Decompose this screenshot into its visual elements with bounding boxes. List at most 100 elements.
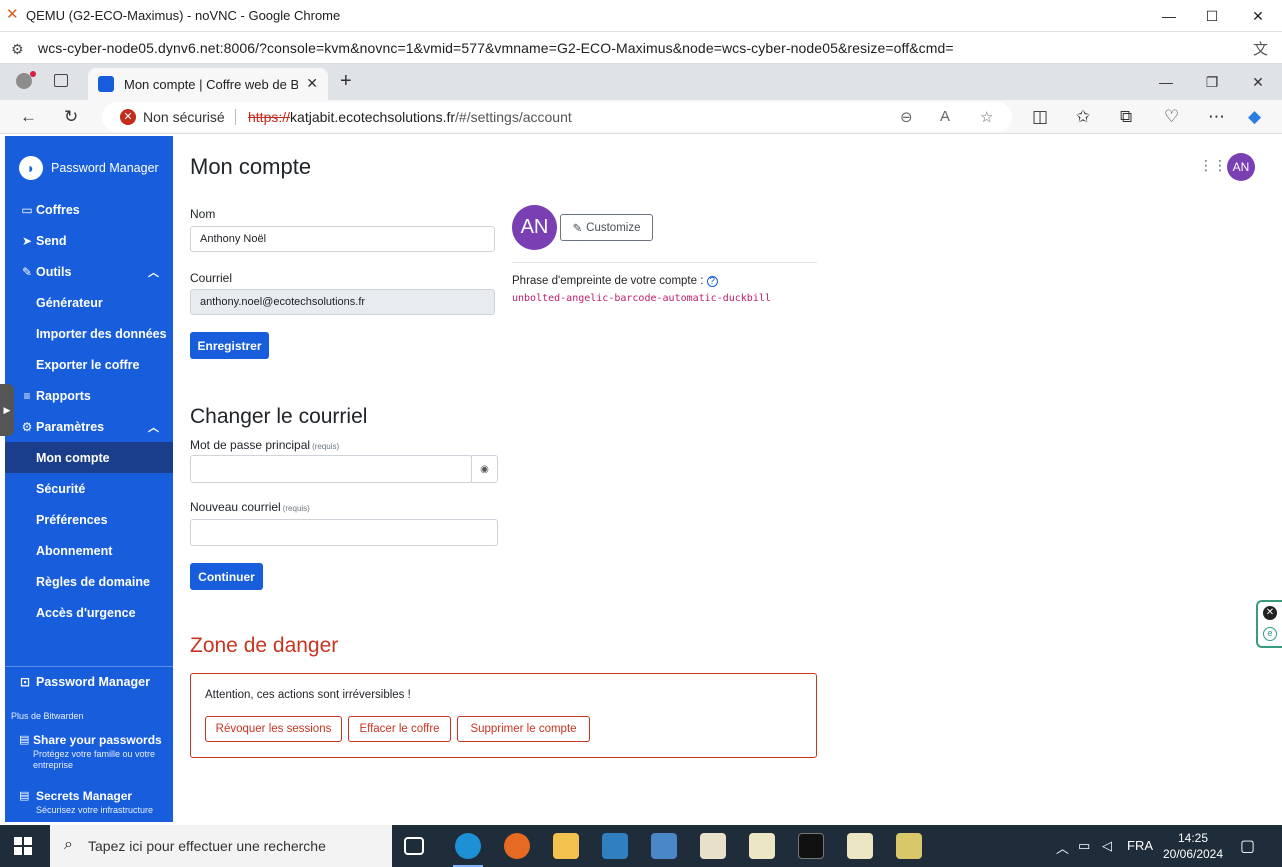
bitwarden-favicon-icon — [98, 76, 114, 92]
profile-avatar: AN — [512, 205, 557, 250]
server-manager-icon[interactable] — [651, 833, 677, 859]
read-aloud-icon[interactable]: A — [940, 108, 950, 125]
sidebar-item-coffres[interactable]: ▭ Coffres — [5, 194, 173, 225]
sidebar-item-outils[interactable]: ✎ Outils ︿ — [5, 256, 173, 287]
wrench-icon: ✎ — [21, 264, 33, 279]
windows-start-icon[interactable] — [14, 837, 32, 855]
purge-vault-button[interactable]: Effacer le coffre — [348, 716, 451, 742]
zoom-out-icon[interactable]: ⊖ — [900, 108, 913, 126]
promo-secrets-title[interactable]: Secrets Manager — [36, 789, 132, 803]
security-label[interactable]: Non sécurisé — [143, 109, 225, 125]
help-icon[interactable]: ? — [706, 276, 718, 287]
clock[interactable]: 14:25 20/06/2024 — [1162, 830, 1224, 862]
collections-icon[interactable]: ⧉ — [1120, 107, 1132, 127]
more-menu-icon[interactable]: ⋯ — [1208, 107, 1225, 127]
back-icon[interactable]: ← — [20, 107, 37, 127]
customize-button[interactable]: ✎ Customize — [560, 214, 653, 241]
inner-restore-button[interactable]: ❐ — [1189, 64, 1235, 100]
split-screen-icon[interactable]: ◫ — [1032, 107, 1048, 127]
new-email-label-text: Nouveau courriel — [190, 500, 281, 514]
user-avatar-button[interactable]: AN — [1227, 153, 1255, 181]
volume-muted-icon[interactable]: ◁ — [1102, 838, 1112, 854]
notepad-icon[interactable] — [749, 833, 775, 859]
sidebar-item-generateur[interactable]: Générateur — [5, 287, 173, 318]
sidebar-item-acces-urgence[interactable]: Accès d'urgence — [5, 597, 173, 628]
sidebar-item-rapports[interactable]: ≡ Rapports — [5, 380, 173, 411]
sidebar-item-mon-compte[interactable]: Mon compte — [5, 442, 173, 473]
sidebar-item-importer[interactable]: Importer des données — [5, 318, 173, 349]
firefox-taskbar-icon[interactable] — [504, 833, 530, 859]
product-switcher[interactable]: ⊡ Password Manager — [5, 666, 173, 697]
close-circle-icon[interactable]: ✕ — [1263, 606, 1277, 620]
favorite-star-icon[interactable]: ☆ — [980, 108, 993, 126]
edge-taskbar-icon[interactable] — [453, 833, 483, 867]
sidebar-item-abonnement[interactable]: Abonnement — [5, 535, 173, 566]
edge-icon[interactable]: e — [1263, 627, 1277, 641]
notifications-icon[interactable]: ▢ — [1240, 836, 1255, 856]
sidebar-item-send[interactable]: ➤ Send — [5, 225, 173, 256]
favorites-icon[interactable]: ✩ — [1076, 107, 1090, 127]
name-field[interactable]: Anthony Noël — [190, 226, 495, 252]
novnc-control-handle[interactable]: ▶ — [0, 384, 14, 436]
brand-label: Password Manager — [51, 161, 159, 175]
sidebar: ◗ Password Manager ▭ Coffres ➤ Send ✎ Outil… — [5, 136, 173, 822]
app-icon[interactable] — [896, 833, 922, 859]
master-password-field[interactable] — [190, 455, 472, 483]
close-button[interactable]: ✕ — [1235, 0, 1281, 32]
customize-label: Customize — [586, 221, 641, 234]
network-icon[interactable]: ▭ — [1078, 838, 1090, 854]
copilot-icon[interactable]: ◆ — [1248, 107, 1261, 127]
file-explorer-icon[interactable] — [553, 833, 579, 859]
site-settings-icon[interactable]: ⚙ — [11, 41, 24, 58]
sidebar-item-exporter[interactable]: Exporter le coffre — [5, 349, 173, 380]
inner-minimize-button[interactable]: — — [1143, 64, 1189, 100]
language-indicator[interactable]: FRA — [1127, 838, 1153, 853]
taskbar-search[interactable]: ⌕ Tapez ici pour effectuer une recherche — [50, 825, 392, 867]
new-email-field[interactable] — [190, 519, 498, 546]
terminal-icon[interactable] — [798, 833, 824, 859]
inner-address-bar[interactable]: ✕ Non sécurisé https://katjabit.ecotechs… — [102, 102, 1012, 132]
task-view-icon[interactable] — [404, 837, 424, 855]
browser-essentials-icon[interactable]: ♡ — [1164, 107, 1179, 127]
lock-icon: ⊡ — [20, 675, 31, 689]
sidebar-brand[interactable]: ◗ Password Manager — [19, 156, 159, 180]
not-secure-icon[interactable]: ✕ — [120, 109, 136, 125]
sidebar-item-label: Send — [36, 233, 67, 248]
chevron-up-icon[interactable]: ︿ — [1056, 838, 1069, 857]
notepad-icon[interactable] — [700, 833, 726, 859]
powershell-icon[interactable] — [602, 833, 628, 859]
edge-side-widget[interactable]: ✕ e — [1256, 600, 1282, 648]
promo-share-title[interactable]: Share your passwords — [33, 733, 162, 747]
gear-icon: ⚙ — [21, 419, 33, 434]
sidebar-item-regles-domaine[interactable]: Règles de domaine — [5, 566, 173, 597]
outer-url-text: wcs-cyber-node05.dynv6.net:8006/?console… — [38, 40, 954, 56]
danger-zone-box: Attention, ces actions sont irréversible… — [190, 673, 817, 758]
maximize-button[interactable]: ☐ — [1189, 0, 1235, 32]
save-button[interactable]: Enregistrer — [190, 332, 269, 359]
vault-icon: ▭ — [21, 202, 33, 217]
toggle-visibility-icon[interactable]: ◉ — [471, 455, 498, 483]
delete-account-button[interactable]: Supprimer le compte — [457, 716, 590, 742]
share-icon: ▤ — [19, 734, 30, 746]
outer-address-bar[interactable]: ⚙ wcs-cyber-node05.dynv6.net:8006/?conso… — [0, 32, 1282, 64]
minimize-button[interactable]: — — [1146, 0, 1192, 32]
sidebar-item-preferences[interactable]: Préférences — [5, 504, 173, 535]
translate-icon[interactable]: 文 — [1253, 38, 1268, 59]
tab-close-icon[interactable]: ✕ — [306, 75, 318, 92]
tab-actions-icon[interactable] — [54, 74, 68, 87]
email-field: anthony.noel@ecotechsolutions.fr — [190, 289, 495, 315]
tab-bitwarden[interactable]: Mon compte | Coffre web de Bitwarden ✕ — [88, 68, 328, 100]
required-hint: (requis) — [312, 442, 340, 451]
product-grid-icon[interactable]: ⋮⋮ — [1199, 157, 1227, 174]
refresh-icon[interactable]: ↻ — [64, 107, 78, 127]
sidebar-item-securite[interactable]: Sécurité — [5, 473, 173, 504]
revoke-sessions-button[interactable]: Révoquer les sessions — [205, 716, 342, 742]
tab-title: Mon compte | Coffre web de Bitwarden — [124, 77, 298, 92]
sidebar-item-parametres[interactable]: ⚙ Paramètres ︿ — [5, 411, 173, 442]
notepad-icon[interactable] — [847, 833, 873, 859]
new-tab-icon[interactable]: + — [340, 70, 352, 93]
sidebar-item-label: Paramètres — [36, 419, 105, 434]
inner-close-button[interactable]: ✕ — [1235, 64, 1281, 100]
continue-button[interactable]: Continuer — [190, 563, 263, 590]
clock-time: 14:25 — [1177, 831, 1209, 845]
